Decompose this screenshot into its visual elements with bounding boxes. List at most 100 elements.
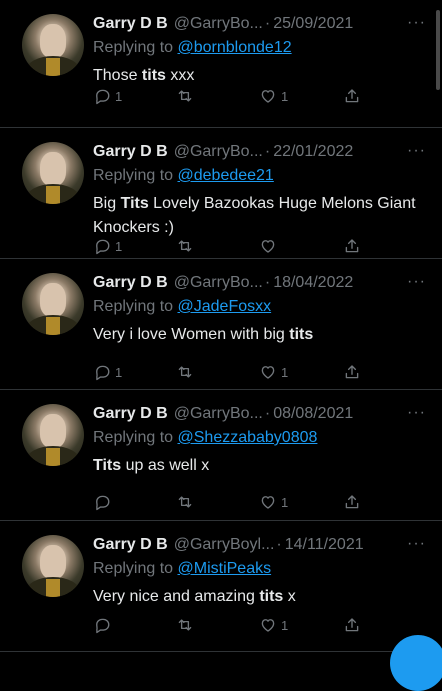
replying-to-label: Replying to <box>93 429 174 446</box>
reply-button[interactable]: 1 <box>93 87 122 105</box>
retweet-icon <box>178 619 192 631</box>
more-icon[interactable]: ··· <box>407 14 426 32</box>
tweet-header: Garry D B @GarryBoyl... · 14/11/2021 <box>93 535 430 555</box>
replying-to-line: Replying to @JadeFosxx <box>93 297 430 317</box>
tweet[interactable]: Garry D B @GarryBo... · 25/09/2021 ··· R… <box>0 0 442 128</box>
tweet[interactable]: Garry D B @GarryBo... · 18/04/2022 ··· R… <box>0 259 442 390</box>
tweet-text-highlight: Tits <box>93 457 122 474</box>
author-name[interactable]: Garry D B <box>93 273 168 293</box>
retweet-button[interactable] <box>176 493 198 511</box>
more-icon[interactable]: ··· <box>407 404 426 422</box>
like-button[interactable]: 1 <box>259 493 288 511</box>
replying-to-line: Replying to @bornblonde12 <box>93 38 430 58</box>
tweet-text: Very i love Women with big tits <box>93 323 430 347</box>
separator-dot: · <box>264 15 271 32</box>
share-icon <box>345 495 359 509</box>
tweet-text-before: Very nice and amazing <box>93 588 260 605</box>
avatar-stripe <box>46 58 60 76</box>
share-button[interactable] <box>343 237 361 255</box>
author-handle[interactable]: @GarryBoyl... <box>174 535 275 555</box>
author-name[interactable]: Garry D B <box>93 535 168 555</box>
like-icon <box>261 90 275 103</box>
avatar-face <box>40 545 66 579</box>
avatar[interactable] <box>22 535 84 597</box>
replying-to-label: Replying to <box>93 298 174 315</box>
reply-icon <box>96 495 110 511</box>
retweet-button[interactable] <box>176 616 198 634</box>
share-button[interactable] <box>343 363 361 381</box>
tweet-text-highlight: tits <box>259 588 284 605</box>
avatar[interactable] <box>22 142 84 204</box>
tweet-text: Those tits xxx <box>93 64 430 88</box>
author-handle[interactable]: @GarryBo... <box>174 14 263 34</box>
mention-link[interactable]: @debedee21 <box>178 167 274 184</box>
mention-link[interactable]: @JadeFosxx <box>178 298 272 315</box>
more-icon[interactable]: ··· <box>407 142 426 160</box>
author-name[interactable]: Garry D B <box>93 142 168 162</box>
separator-dot: · <box>276 536 282 553</box>
tweet-date[interactable]: 18/04/2022 <box>273 273 353 293</box>
share-button[interactable] <box>343 493 361 511</box>
tweet[interactable]: Garry D B @GarryBoyl... · 14/11/2021 ···… <box>0 521 442 691</box>
reply-count: 1 <box>115 364 123 380</box>
reply-button[interactable] <box>93 493 115 511</box>
reply-button[interactable]: 1 <box>93 237 122 255</box>
more-icon[interactable]: ··· <box>407 273 426 291</box>
tweet-date[interactable]: 08/08/2021 <box>273 404 353 424</box>
avatar-face <box>40 283 66 317</box>
replying-to-line: Replying to @MistiPeaks <box>93 559 430 579</box>
avatar[interactable] <box>22 404 84 466</box>
like-button[interactable]: 1 <box>259 87 288 105</box>
more-icon[interactable]: ··· <box>407 535 426 553</box>
author-handle[interactable]: @GarryBo... <box>174 273 263 293</box>
mention-link[interactable]: @bornblonde12 <box>178 39 292 56</box>
compose-button[interactable] <box>390 635 442 691</box>
share-button[interactable] <box>343 616 361 634</box>
tweet-text-highlight: tits <box>289 326 314 343</box>
author-handle[interactable]: @GarryBo... <box>174 404 263 424</box>
avatar[interactable] <box>22 14 84 76</box>
like-icon <box>261 619 275 632</box>
replying-to-label: Replying to <box>93 39 174 56</box>
like-button[interactable]: 1 <box>259 363 288 381</box>
separator-dot: · <box>264 143 271 160</box>
like-button[interactable] <box>259 237 281 255</box>
tweet-content: Garry D B @GarryBo... · 18/04/2022 ··· R… <box>93 273 430 347</box>
avatar-face <box>40 24 66 58</box>
reply-count: 1 <box>115 238 123 254</box>
tweet-date[interactable]: 22/01/2022 <box>273 142 353 162</box>
author-handle[interactable]: @GarryBo... <box>174 142 263 162</box>
replying-to-line: Replying to @debedee21 <box>93 166 430 186</box>
share-icon <box>345 239 359 253</box>
reply-icon <box>96 89 110 105</box>
author-name[interactable]: Garry D B <box>93 14 168 34</box>
share-icon <box>345 618 359 632</box>
author-name[interactable]: Garry D B <box>93 404 168 424</box>
mention-link[interactable]: @MistiPeaks <box>178 560 272 577</box>
tweet[interactable]: Garry D B @GarryBo... · 08/08/2021 ··· R… <box>0 390 442 521</box>
retweet-icon <box>178 240 192 252</box>
reply-button[interactable]: 1 <box>93 363 122 381</box>
tweet-content: Garry D B @GarryBo... · 25/09/2021 ··· R… <box>93 14 430 88</box>
tweet-date[interactable]: 25/09/2021 <box>273 14 353 34</box>
like-icon <box>261 366 275 379</box>
retweet-button[interactable] <box>176 237 198 255</box>
avatar-face <box>40 152 66 186</box>
tweet-text-after: xxx <box>165 67 195 84</box>
tweet-text-highlight: tits <box>141 67 166 84</box>
tweet-date[interactable]: 14/11/2021 <box>285 535 364 555</box>
retweet-button[interactable] <box>176 363 198 381</box>
retweet-button[interactable] <box>176 87 198 105</box>
share-button[interactable] <box>343 87 361 105</box>
reply-button[interactable] <box>93 616 115 634</box>
reply-count: 1 <box>115 88 123 104</box>
like-button[interactable]: 1 <box>259 616 288 634</box>
scrollbar[interactable] <box>436 10 440 90</box>
tweet-content: Garry D B @GarryBo... · 22/01/2022 ··· R… <box>93 142 430 240</box>
avatar[interactable] <box>22 273 84 335</box>
tweet[interactable]: Garry D B @GarryBo... · 22/01/2022 ··· R… <box>0 128 442 259</box>
tweet-text-after: up as well x <box>121 457 210 474</box>
reply-icon <box>96 239 110 255</box>
retweet-icon <box>178 90 192 102</box>
mention-link[interactable]: @Shezzababy0808 <box>178 429 318 446</box>
